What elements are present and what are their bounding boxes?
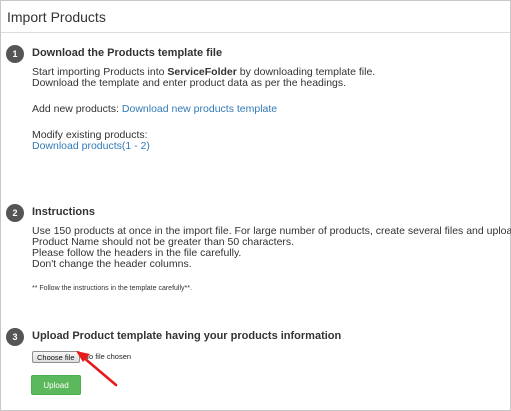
download-products-link[interactable]: Download products(1 - 2) xyxy=(32,140,150,152)
download-new-template-link[interactable]: Download new products template xyxy=(122,103,277,115)
import-products-panel: Import Products 1 Download the Products … xyxy=(0,0,511,411)
add-new-products-label: Add new products: xyxy=(32,103,122,115)
step-number-badge: 1 xyxy=(6,45,24,63)
title-divider xyxy=(1,32,510,33)
step-number-badge: 2 xyxy=(6,204,24,222)
instruction-line: Don't change the header columns. xyxy=(32,258,192,270)
step1-intro-line2: Download the template and enter product … xyxy=(32,77,347,89)
instructions-note: ** Follow the instructions in the templa… xyxy=(32,285,192,292)
modify-products-row: Download products(1 - 2) xyxy=(32,140,150,153)
add-new-products-row: Add new products: Download new products … xyxy=(32,103,277,116)
panel-title: Import Products xyxy=(7,9,106,25)
step-number-badge: 3 xyxy=(6,328,24,346)
step-title: Upload Product template having your prod… xyxy=(32,330,342,342)
step-title: Instructions xyxy=(32,206,95,218)
step-title: Download the Products template file xyxy=(32,47,223,59)
annotation-arrow-icon xyxy=(76,351,118,387)
